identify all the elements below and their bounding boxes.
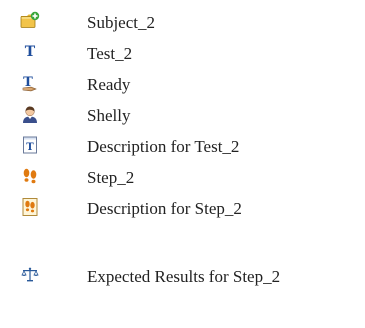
list-item-label: Ready xyxy=(87,75,131,94)
list-item-test-description[interactable]: T Description for Test_2 xyxy=(0,133,365,159)
list-item-label: Shelly xyxy=(87,106,131,125)
list-item-label: Subject_2 xyxy=(87,13,155,32)
list-item-label: Step_2 xyxy=(87,168,135,187)
folder-add-icon xyxy=(20,11,40,28)
list-item-test[interactable]: T Test_2 xyxy=(0,40,365,66)
list-item-status[interactable]: T Ready xyxy=(0,71,365,97)
list-item-label: Description for Test_2 xyxy=(87,137,240,156)
list-item-step-description[interactable]: Description for Step_2 xyxy=(0,195,365,221)
list-item-label: Test_2 xyxy=(87,44,133,63)
list-item-user[interactable]: Shelly xyxy=(0,102,365,128)
list-item-step[interactable]: Step_2 xyxy=(0,164,365,190)
footsteps-icon xyxy=(23,168,37,184)
svg-text:T: T xyxy=(25,44,36,60)
list-item-expected-results[interactable]: Expected Results for Step_2 xyxy=(0,263,365,289)
svg-text:T: T xyxy=(26,142,34,153)
test-status-icon: T xyxy=(22,75,37,92)
user-icon xyxy=(23,106,37,123)
list-item-label: Description for Step_2 xyxy=(87,199,242,218)
document-footsteps-icon xyxy=(22,198,38,216)
scales-icon xyxy=(21,267,39,282)
test-t-icon: T xyxy=(25,44,36,60)
list-item-subject[interactable]: Subject_2 xyxy=(0,9,365,35)
document-t-icon: T xyxy=(23,136,37,154)
list-item-label: Expected Results for Step_2 xyxy=(87,267,281,286)
